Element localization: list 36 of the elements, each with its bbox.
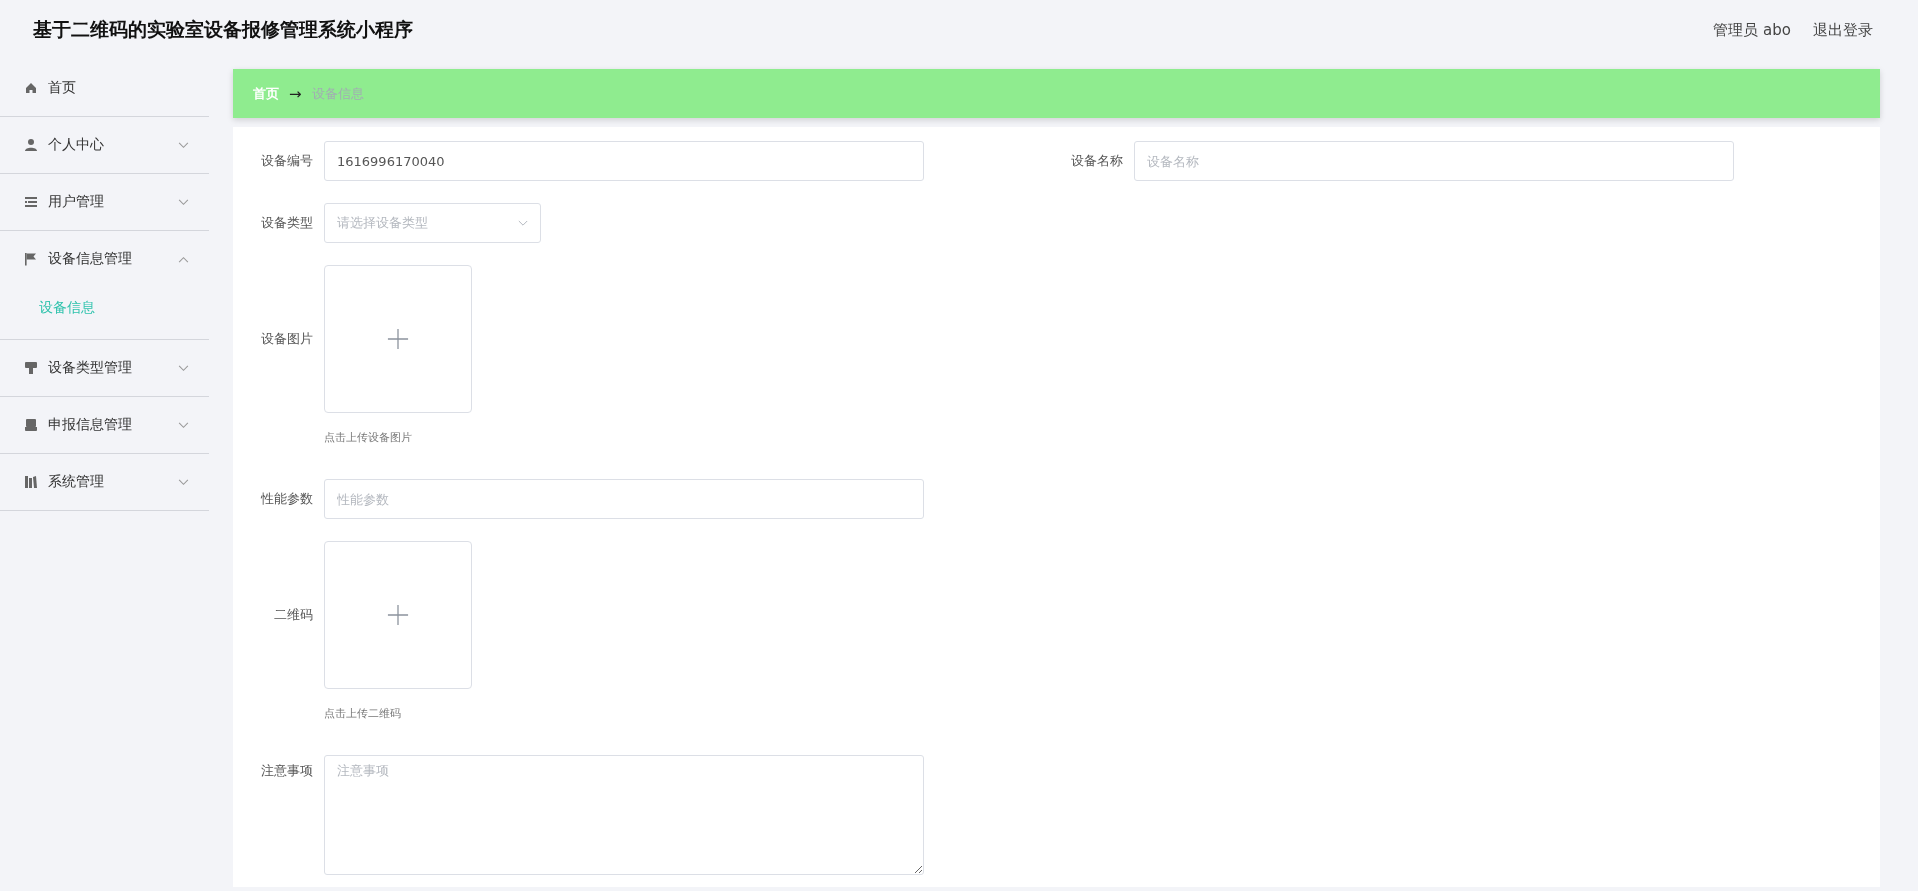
field-label: 设备编号 [260, 152, 313, 170]
field-label: 设备名称 [1070, 152, 1123, 170]
upload-hint: 点击上传设备图片 [324, 430, 413, 446]
field-label: 设备图片 [260, 330, 313, 348]
app-title: 基于二维码的实验室设备报修管理系统小程序 [33, 17, 413, 42]
field-label: 注意事项 [260, 762, 313, 780]
input-field[interactable]: 性能参数 [324, 479, 924, 519]
sidebar-item[interactable]: 设备信息管理 [0, 231, 209, 287]
sidebar-item[interactable]: 用户管理 [0, 174, 209, 230]
sidebar-item[interactable]: 申报信息管理 [0, 397, 209, 453]
field-label: 二维码 [273, 606, 313, 624]
home-icon [24, 81, 38, 95]
field-label: 性能参数 [260, 490, 313, 508]
stamp-icon [24, 361, 38, 375]
upload-box[interactable] [324, 541, 472, 689]
breadcrumb-separator: → [289, 84, 302, 103]
caret-icon [518, 219, 528, 227]
upload-box[interactable] [324, 265, 472, 413]
plus-icon [387, 604, 409, 626]
tray-icon [24, 418, 38, 432]
plus-icon [387, 328, 409, 350]
flag-icon [24, 252, 38, 266]
user-name: 管理员 abo [1713, 20, 1791, 40]
person-icon [24, 138, 38, 152]
logout-link[interactable]: 退出登录 [1813, 20, 1873, 40]
upload-hint: 点击上传二维码 [324, 706, 402, 722]
input-field[interactable]: 设备名称 [1134, 141, 1734, 181]
sidebar-item[interactable]: 设备类型管理 [0, 340, 209, 396]
sidebar-item[interactable]: 首页 [0, 60, 209, 116]
textarea-field[interactable]: 注意事项 [324, 755, 924, 875]
books-icon [24, 475, 38, 489]
sidebar-item[interactable]: 个人中心 [0, 117, 209, 173]
input-field[interactable]: 1616996170040 [324, 141, 924, 181]
field-label: 设备类型 [260, 214, 313, 232]
sidebar-item[interactable]: 系统管理 [0, 454, 209, 510]
list-icon [24, 195, 38, 209]
